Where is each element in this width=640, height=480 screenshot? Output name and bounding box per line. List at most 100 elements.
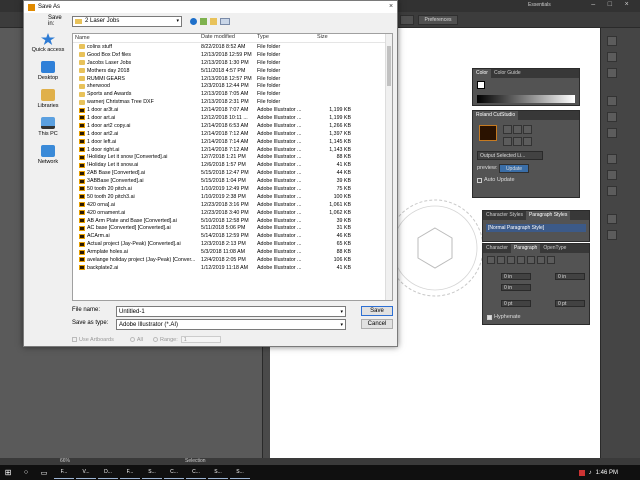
place-libraries[interactable]: Libraries xyxy=(28,89,68,109)
output-select[interactable]: Output Selected Li... xyxy=(477,151,543,160)
save-button[interactable]: Save xyxy=(361,306,393,316)
column-date-modified[interactable]: Date modified xyxy=(201,34,257,42)
file-row[interactable]: backplate2.ai 1/12/2019 11:18 AM Adobe Ill… xyxy=(73,264,392,272)
layers-icon[interactable] xyxy=(607,170,617,180)
taskbar-app-button[interactable]: S... xyxy=(142,466,162,479)
swatches-icon[interactable] xyxy=(607,52,617,62)
place-this-pc[interactable]: This PC xyxy=(28,117,68,137)
minimize-icon[interactable]: – xyxy=(591,1,595,11)
place-network[interactable]: Network xyxy=(28,145,68,165)
taskbar-app-button[interactable]: F... xyxy=(54,466,74,479)
weed-line-icon[interactable] xyxy=(513,136,522,146)
column-name[interactable]: Name xyxy=(73,34,201,42)
color-panel-icon[interactable] xyxy=(607,36,617,46)
close-icon[interactable]: × xyxy=(625,1,629,11)
register-icon[interactable] xyxy=(503,136,512,146)
zoom-level[interactable]: 66% xyxy=(60,458,70,464)
update-button[interactable]: Update xyxy=(499,164,529,173)
tab-paragraph-styles[interactable]: Paragraph Styles xyxy=(525,211,571,220)
tab-character-styles[interactable]: Character Styles xyxy=(483,211,526,220)
taskbar-app-button[interactable]: S... xyxy=(230,466,250,479)
justify-left-icon[interactable] xyxy=(517,256,525,264)
place-desktop[interactable]: Desktop xyxy=(28,61,68,81)
file-row[interactable]: 50 tooth 20 pitch.ai 1/10/2019 12:49 PM Ad… xyxy=(73,185,392,193)
place-quick-access[interactable]: Quick access xyxy=(28,33,68,53)
file-row[interactable]: colins stuff 8/22/2018 8:52 AM File folder xyxy=(73,43,392,51)
stroke-icon[interactable] xyxy=(607,96,617,106)
settings-icon[interactable] xyxy=(523,136,532,146)
space-before-field[interactable]: 0 pt xyxy=(501,300,531,307)
tab-paragraph[interactable]: Paragraph xyxy=(510,244,541,253)
workspace-switcher[interactable]: Essentials xyxy=(528,2,562,10)
file-row[interactable]: Good Box Dxf files 12/13/2018 12:59 PM Fil… xyxy=(73,51,392,59)
column-type[interactable]: Type xyxy=(257,34,313,42)
file-row[interactable]: Mothers day 2018 5/11/2018 4:57 PM File fo… xyxy=(73,67,392,75)
file-row[interactable]: 1 door left.ai 12/14/2018 7:14 AM Adobe Il… xyxy=(73,138,392,146)
up-folder-icon[interactable] xyxy=(200,17,207,25)
file-row[interactable]: ACArm.ai 5/14/2018 12:59 PM Adobe Illustra… xyxy=(73,232,392,240)
justify-all-icon[interactable] xyxy=(547,256,555,264)
right-indent-field[interactable]: 0 in xyxy=(555,273,585,280)
scrollbar-thumb[interactable] xyxy=(387,46,391,86)
brushes-icon[interactable] xyxy=(607,68,617,78)
save-in-combo[interactable]: 2 Laser Jobs ▾ xyxy=(72,15,182,27)
first-line-indent-field[interactable]: 0 in xyxy=(501,284,531,291)
perforate-icon[interactable] xyxy=(513,125,522,134)
artboards-icon[interactable] xyxy=(607,186,617,196)
file-row[interactable]: Armplate holes.ai 5/3/2018 11:08 AM Adobe … xyxy=(73,248,392,256)
preferences-button[interactable]: Preferences xyxy=(418,15,458,25)
file-row[interactable]: avelange holiday project (Jay-Peak) [Con… xyxy=(73,256,392,264)
windows-start-icon[interactable]: ⊞ xyxy=(0,466,16,479)
use-artboards-checkbox[interactable] xyxy=(72,337,77,342)
range-radio[interactable] xyxy=(152,337,158,342)
file-row[interactable]: 1 door art2.ai 12/14/2018 7:12 AM Adobe Il… xyxy=(73,130,392,138)
adobe-tray-icon[interactable] xyxy=(578,469,585,476)
justify-right-icon[interactable] xyxy=(537,256,545,264)
file-row[interactable]: AB Arm Plate and Base [Converted].ai 5/10… xyxy=(73,217,392,225)
file-row[interactable]: 2AB Base [Converted].ai 5/15/2018 12:47 P… xyxy=(73,169,392,177)
taskbar-app-button[interactable]: S... xyxy=(208,466,228,479)
align-center-icon[interactable] xyxy=(497,256,505,264)
left-indent-field[interactable]: 0 in xyxy=(501,273,531,280)
auto-update-checkbox[interactable] xyxy=(477,177,482,183)
space-after-field[interactable]: 0 pt xyxy=(555,300,585,307)
file-row[interactable]: 3ABBase [Converted].ai 5/15/2018 1:04 PM A… xyxy=(73,177,392,185)
tab-opentype[interactable]: OpenType xyxy=(540,244,569,253)
file-list[interactable]: Name Date modified Type Size colins stuf… xyxy=(72,33,393,301)
column-size[interactable]: Size xyxy=(313,34,351,42)
volume-icon[interactable]: ♪ xyxy=(589,470,592,476)
align-right-icon[interactable] xyxy=(507,256,515,264)
taskbar-app-button[interactable]: F... xyxy=(120,466,140,479)
color-ramp[interactable] xyxy=(477,95,575,103)
file-row[interactable]: sherwood 12/3/2018 12:44 PM File folder xyxy=(73,82,392,90)
file-row[interactable]: 1 door art.ai 12/12/2018 10:11 ... Adobe I… xyxy=(73,114,392,122)
task-view-icon[interactable]: ▭ xyxy=(36,466,52,479)
file-row[interactable]: Actual project (Jay-Peak) [Converted].ai… xyxy=(73,240,392,248)
file-row[interactable]: 1 door art2 copy.ai 12/14/2018 6:53 AM Ado… xyxy=(73,122,392,130)
file-row[interactable]: Jacobs Laser Jobs 12/13/2018 1:30 PM File … xyxy=(73,59,392,67)
file-row[interactable]: 420 orna].ai 12/23/2018 3:16 PM Adobe Illu… xyxy=(73,201,392,209)
crop-mark-icon[interactable] xyxy=(523,125,532,134)
back-icon[interactable] xyxy=(190,17,197,25)
file-row[interactable]: 1 door ar3t.ai 12/14/2018 7:07 AM Adobe Il… xyxy=(73,106,392,114)
save-as-type-select[interactable]: Adobe Illustrator (*.AI) ▾ xyxy=(116,319,346,330)
file-row[interactable]: 1 door right.ai 12/14/2018 7:12 AM Adobe I… xyxy=(73,146,392,154)
tab-character[interactable]: Character xyxy=(483,244,511,253)
appearance-icon[interactable] xyxy=(607,154,617,164)
taskbar-app-button[interactable]: C... xyxy=(164,466,184,479)
align-left-icon[interactable] xyxy=(487,256,495,264)
dialog-titlebar[interactable]: Save As × xyxy=(24,1,397,13)
fill-swatch[interactable] xyxy=(477,81,485,89)
transparency-icon[interactable] xyxy=(607,128,617,138)
file-row[interactable]: 50 tooth 20 pitch3.ai 1/10/2019 2:38 PM Ad… xyxy=(73,193,392,201)
graphic-styles-icon[interactable] xyxy=(607,230,617,240)
new-folder-icon[interactable] xyxy=(210,17,217,25)
hyphenate-checkbox[interactable] xyxy=(487,314,492,320)
all-radio[interactable] xyxy=(129,337,135,342)
taskbar-app-button[interactable]: D... xyxy=(98,466,118,479)
taskbar-app-button[interactable]: V... xyxy=(76,466,96,479)
taskbar-app-button[interactable]: C... xyxy=(186,466,206,479)
range-input[interactable]: 1 xyxy=(180,336,221,343)
file-list-scrollbar[interactable] xyxy=(385,34,392,300)
file-name-input[interactable]: Untitled-1 ▾ xyxy=(116,306,346,317)
